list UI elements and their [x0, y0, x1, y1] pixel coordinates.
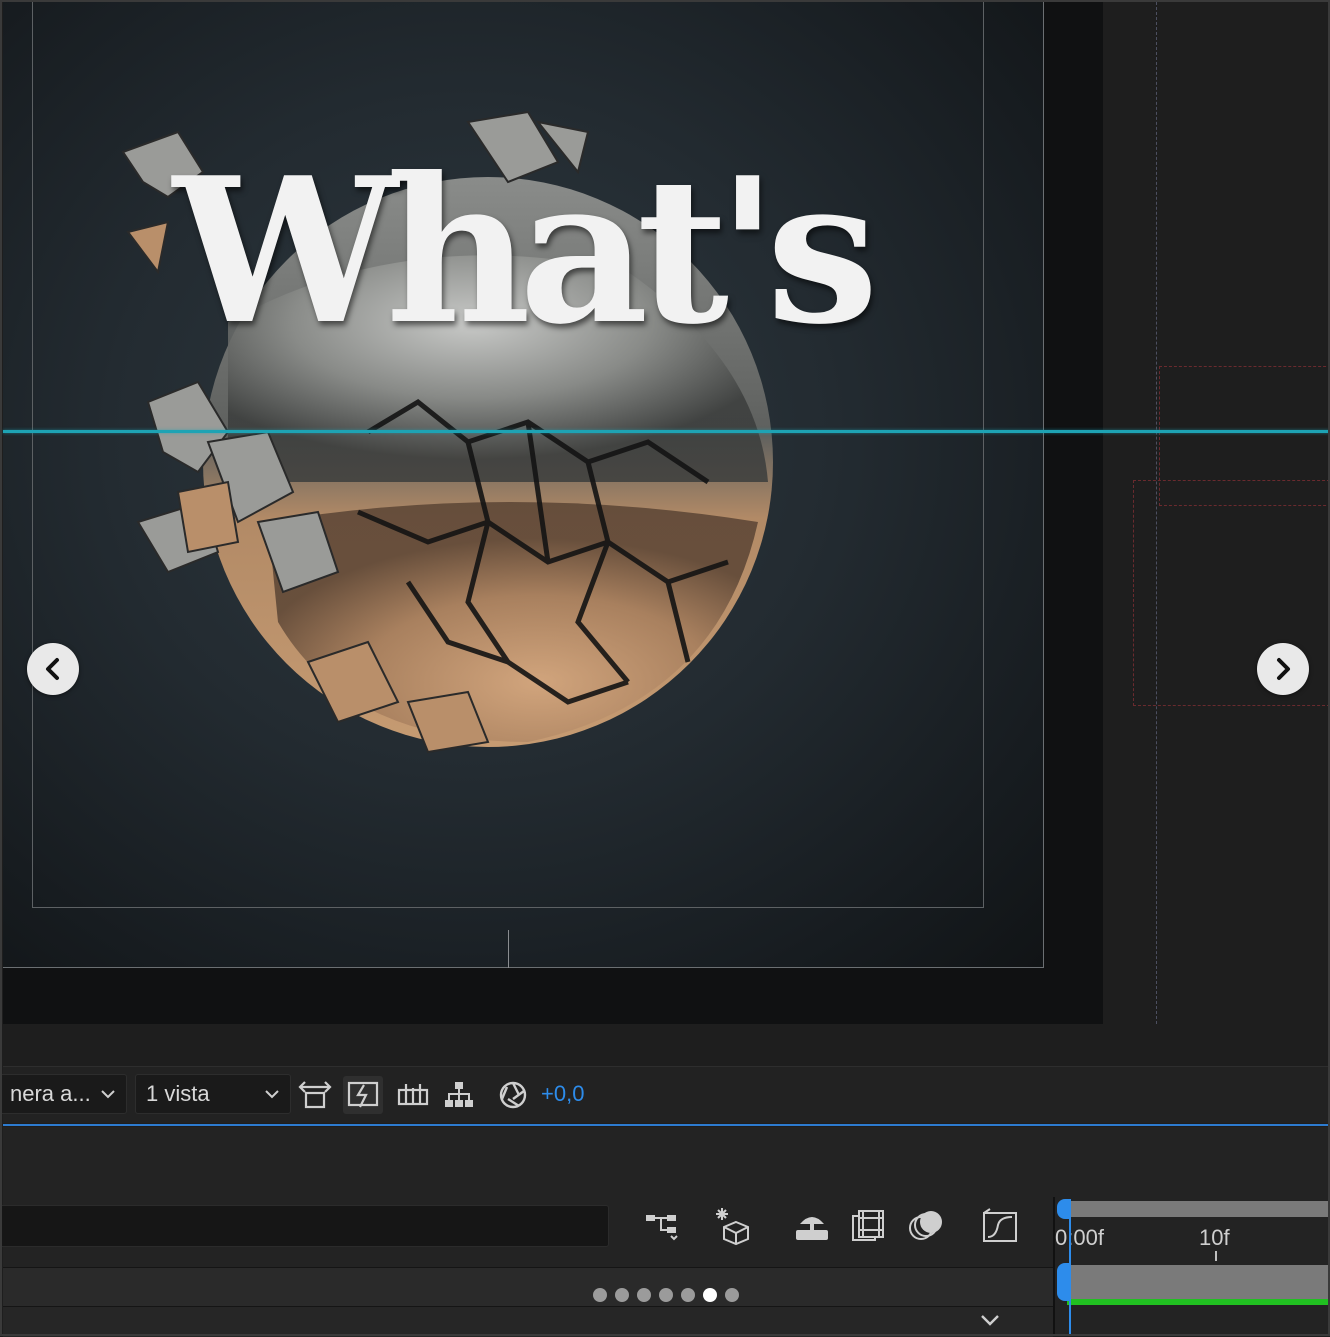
motion-blur-button[interactable]: [903, 1203, 949, 1249]
graph-editor-button[interactable]: [977, 1203, 1023, 1249]
render-status-bar: [1067, 1299, 1330, 1305]
center-marker: [508, 930, 509, 968]
view-layout-dropdown[interactable]: 1 vista: [135, 1074, 291, 1114]
timeline-panel: 0:00f 10f: [0, 1127, 1330, 1337]
frame-blending-icon: [852, 1210, 884, 1241]
carousel-dot[interactable]: [725, 1288, 739, 1302]
chevron-down-icon[interactable]: [979, 1313, 1001, 1327]
in-point-handle[interactable]: [1057, 1263, 1071, 1301]
draft-3d-icon: [716, 1208, 749, 1246]
chevron-left-icon: [46, 658, 59, 680]
carousel-dot[interactable]: [593, 1288, 607, 1302]
active-camera-dropdown[interactable]: nera a...: [0, 1074, 127, 1114]
timeline-button[interactable]: [393, 1076, 433, 1114]
carousel-dot-active[interactable]: [703, 1288, 717, 1302]
view-layout-value: 1 vista: [146, 1081, 210, 1106]
chevron-right-icon: [1277, 658, 1290, 680]
horizontal-guide[interactable]: [3, 430, 1330, 433]
fast-previews-button[interactable]: [343, 1076, 383, 1114]
playhead-handle[interactable]: [1057, 1199, 1071, 1219]
motion-blur-icon: [909, 1211, 942, 1240]
fast-previews-icon: [347, 1081, 379, 1108]
carousel-pagination: [593, 1288, 739, 1302]
shy-layers-icon: [796, 1217, 828, 1240]
title-safe-guide: [32, 2, 984, 908]
panel-divider[interactable]: [3, 1124, 1330, 1126]
chevron-down-icon: [101, 1090, 115, 1099]
flowchart-icon: [445, 1082, 473, 1107]
composition-frame: What's: [3, 2, 1044, 968]
shy-layers-button[interactable]: [789, 1203, 835, 1249]
graph-editor-icon: [983, 1208, 1017, 1242]
composition-viewer[interactable]: What's: [3, 2, 1330, 1065]
reset-exposure-button[interactable]: [493, 1076, 533, 1114]
composition-mini-flowchart-button[interactable]: [639, 1203, 685, 1249]
carousel-dot[interactable]: [615, 1288, 629, 1302]
switches-row: [3, 1307, 1053, 1337]
toggle-pixel-aspect-button[interactable]: [295, 1076, 335, 1114]
mini-flowchart-icon: [646, 1215, 678, 1241]
next-slide-button[interactable]: [1257, 643, 1309, 695]
ruler-tick: [1215, 1251, 1217, 1261]
frame-blending-button[interactable]: [845, 1203, 891, 1249]
exposure-value[interactable]: +0,0: [541, 1081, 584, 1107]
draft-3d-button[interactable]: [711, 1203, 757, 1249]
layer-row[interactable]: [3, 1267, 1053, 1307]
carousel-dot[interactable]: [637, 1288, 651, 1302]
flowchart-button[interactable]: [439, 1076, 479, 1114]
layer-duration-bar[interactable]: [1067, 1265, 1330, 1301]
timeline-search-input[interactable]: [0, 1205, 609, 1247]
ruler-label: 10f: [1199, 1225, 1230, 1250]
carousel-dot[interactable]: [681, 1288, 695, 1302]
previous-slide-button[interactable]: [27, 643, 79, 695]
active-camera-value: nera a...: [10, 1081, 91, 1106]
work-area-bar[interactable]: [1069, 1201, 1330, 1217]
chevron-down-icon: [265, 1090, 279, 1099]
carousel-dot[interactable]: [659, 1288, 673, 1302]
timeline-icon: [397, 1084, 429, 1106]
aperture-icon: [499, 1081, 527, 1109]
ruler-label: 0:00f: [1055, 1225, 1104, 1250]
viewer-toolbar: nera a... 1 vista +0,0: [0, 1066, 1330, 1123]
pasteboard: What's: [3, 2, 1103, 1024]
pixel-aspect-icon: [298, 1081, 332, 1109]
